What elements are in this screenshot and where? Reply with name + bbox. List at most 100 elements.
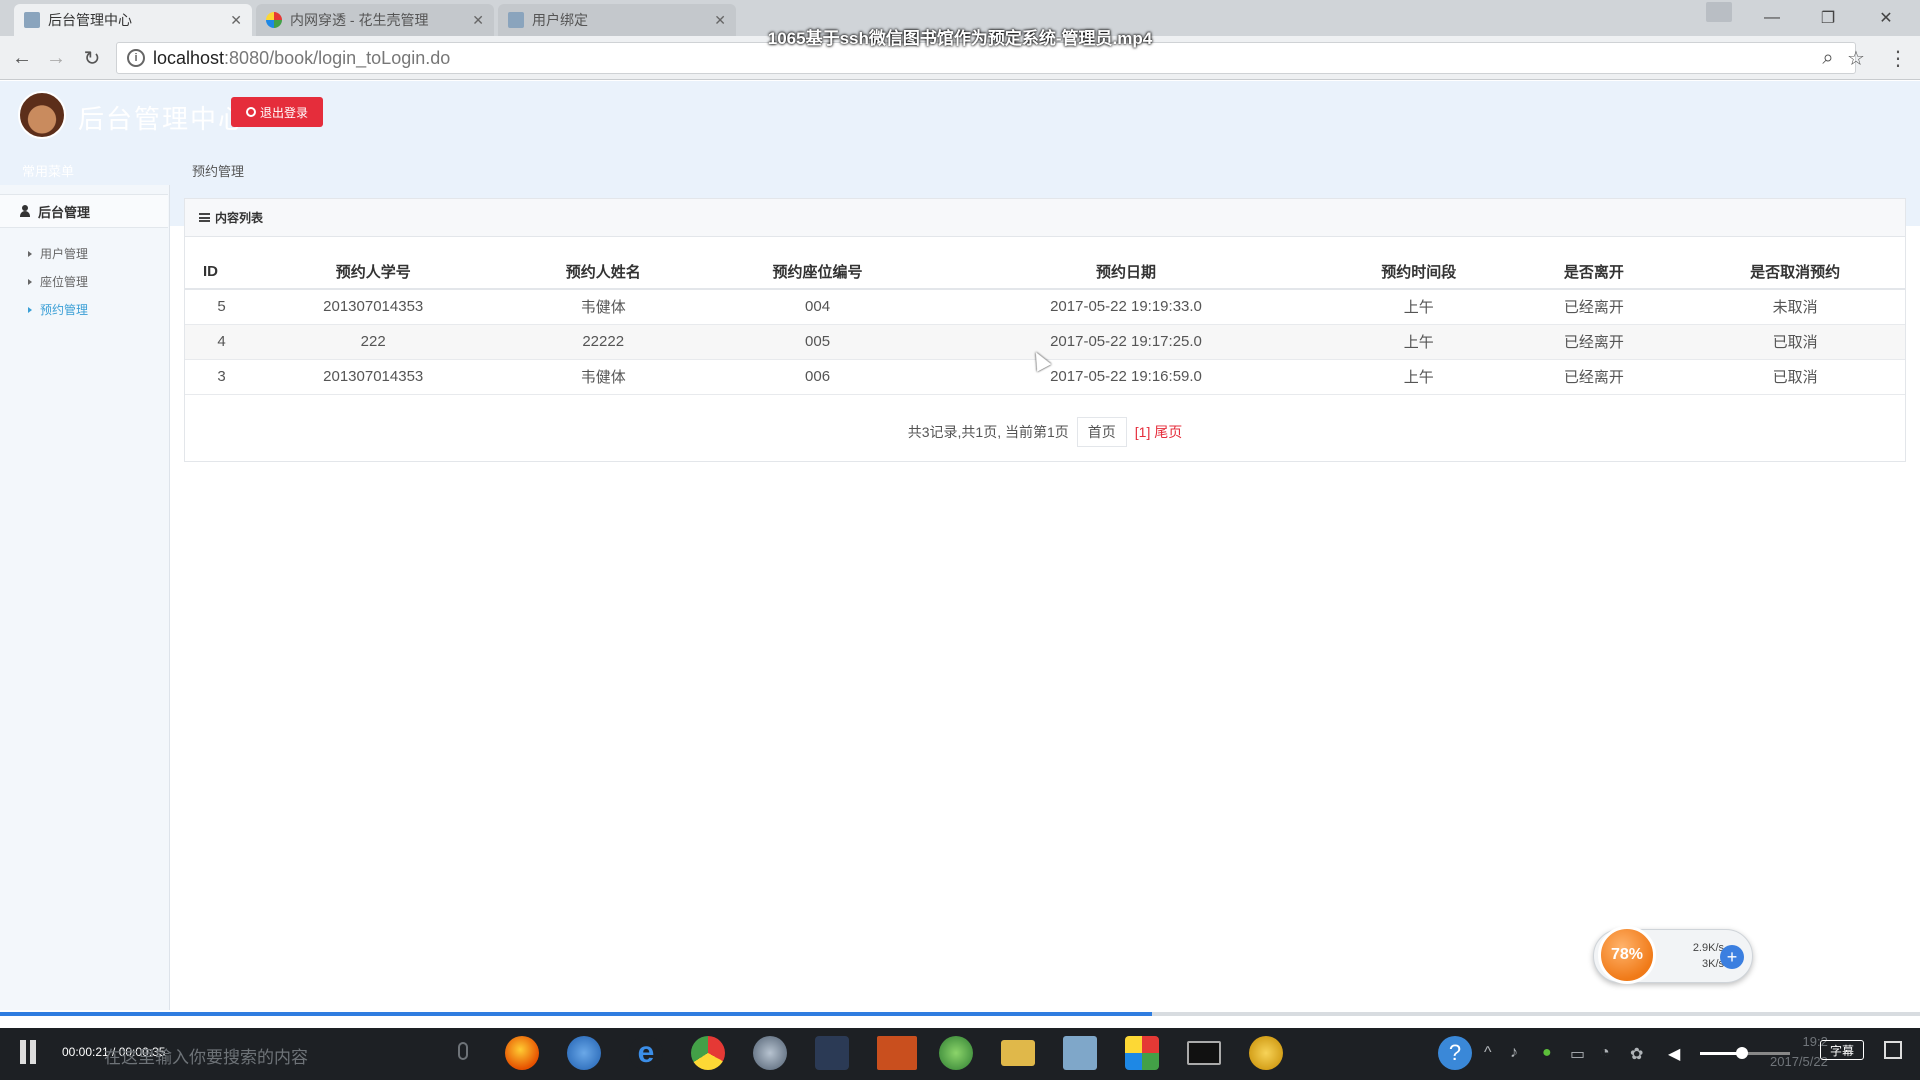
sidebar-item-label: 用户管理 xyxy=(40,247,89,261)
pagination: 共3记录,共1页, 当前第1页 首页 [1] 尾页 xyxy=(185,417,1905,447)
cell-period: 上午 xyxy=(1335,359,1503,395)
notebook-icon[interactable] xyxy=(1063,1036,1097,1070)
power-icon xyxy=(245,107,256,117)
subtitle-button[interactable]: 字幕 xyxy=(1820,1040,1864,1060)
cell-period: 上午 xyxy=(1335,289,1503,325)
volume-icon[interactable]: ◀ xyxy=(1668,1044,1680,1064)
sidebar-item-seats[interactable]: 座位管理 xyxy=(28,273,88,290)
video-title: 1065基于ssh微信图书馆作为预定系统-管理员.mp4 xyxy=(767,29,1153,48)
column-header: 预约人学号 xyxy=(258,255,489,290)
panel-title: 内容列表 xyxy=(215,211,264,225)
sidebar-head-label: 常用菜单 xyxy=(22,164,75,179)
taskbar: 00:00:21 / 00:00:35 在这里输入你要搜索的内容 e ? ^ ♪… xyxy=(0,1028,1920,1080)
column-header: 是否离开 xyxy=(1502,255,1686,290)
fullscreen-icon[interactable] xyxy=(1884,1041,1902,1059)
table-row: 5 201307014353 韦健体 004 2017-05-22 19:19:… xyxy=(185,289,1905,325)
sidebar-item-label: 预约管理 xyxy=(40,303,89,317)
sidebar-section-admin[interactable]: 后台管理 xyxy=(0,194,168,228)
edge-icon[interactable]: e xyxy=(629,1036,663,1070)
pause-icon[interactable] xyxy=(20,1040,42,1064)
volume-knob[interactable] xyxy=(1736,1047,1748,1059)
cell-seat: 006 xyxy=(718,359,917,395)
logout-label: 退出登录 xyxy=(259,105,308,120)
sidebar-item-label: 座位管理 xyxy=(40,275,89,289)
chrome-icon[interactable] xyxy=(691,1036,725,1070)
cell-name: 22222 xyxy=(488,324,719,360)
sidebar-item-reservations[interactable]: 预约管理 xyxy=(28,301,88,318)
info-icon[interactable]: i xyxy=(127,49,145,67)
pagination-summary: 共3记录,共1页, 当前第1页 xyxy=(907,424,1069,440)
logout-button[interactable]: 退出登录 xyxy=(231,97,323,127)
profile-icon[interactable] xyxy=(1706,2,1732,22)
cell-student-id: 201307014353 xyxy=(258,289,489,325)
spring-tool-icon[interactable] xyxy=(939,1036,973,1070)
wifi-tray-icon[interactable]: ◔ xyxy=(1600,1044,1610,1062)
reservation-table: ID 预约人学号 预约人姓名 预约座位编号 预约日期 预约时间段 是否离开 是否… xyxy=(185,255,1905,395)
last-page-link[interactable]: 尾页 xyxy=(1154,422,1182,442)
video-progress-fill xyxy=(0,1012,1152,1016)
cell-date: 2017-05-22 19:19:33.0 xyxy=(916,289,1336,325)
column-header: 预约座位编号 xyxy=(718,255,917,290)
network-speed-widget[interactable]: 78% 2.9K/s 3K/s + xyxy=(1593,926,1753,984)
gear-tray-icon[interactable]: ✿ xyxy=(1630,1044,1643,1064)
pen-tool-icon[interactable] xyxy=(815,1036,849,1070)
cell-id: 3 xyxy=(185,359,259,395)
column-header: ID xyxy=(185,255,259,290)
cell-student-id: 201307014353 xyxy=(258,359,489,395)
column-header: 预约人姓名 xyxy=(488,255,719,290)
taskbar-search-input[interactable]: 在这里输入你要搜索的内容 xyxy=(104,1043,308,1068)
sidebar-item-users[interactable]: 用户管理 xyxy=(28,245,88,262)
column-header: 预约日期 xyxy=(916,255,1336,290)
accelerate-icon[interactable]: + xyxy=(1720,945,1744,969)
cell-date: 2017-05-22 19:17:25.0 xyxy=(916,324,1336,360)
volume-level xyxy=(1700,1052,1740,1055)
speaker-tray-icon[interactable]: ♪ xyxy=(1510,1044,1518,1062)
cell-name: 韦健体 xyxy=(488,359,719,395)
sidebar: 后台管理 用户管理 座位管理 预约管理 xyxy=(0,185,170,1010)
settings-app-icon[interactable] xyxy=(753,1036,787,1070)
cube-app-icon[interactable] xyxy=(1125,1036,1159,1070)
caret-right-icon xyxy=(28,278,32,285)
first-page-button[interactable]: 首页 xyxy=(1076,417,1127,447)
file-explorer-icon[interactable] xyxy=(1001,1040,1035,1066)
cell-student-id: 222 xyxy=(258,324,489,360)
qq-icon[interactable] xyxy=(877,1036,917,1070)
cell-cancelled: 已取消 xyxy=(1685,359,1905,395)
help-icon[interactable]: ? xyxy=(1438,1036,1472,1070)
cell-period: 上午 xyxy=(1335,324,1503,360)
breadcrumb[interactable]: 预约管理 xyxy=(192,161,244,180)
url-path: :8080/book/login_toLogin.do xyxy=(224,47,451,68)
cell-id: 5 xyxy=(185,289,259,325)
peanut-shell-icon[interactable] xyxy=(1249,1036,1283,1070)
video-progress-bar[interactable] xyxy=(0,1012,1920,1016)
memory-percent[interactable]: 78% xyxy=(1598,926,1656,984)
content-panel: 内容列表 ID 预约人学号 预约人姓名 预约座位编号 预约日期 预约时间段 是否… xyxy=(184,198,1906,462)
microphone-icon[interactable] xyxy=(458,1042,468,1060)
list-icon xyxy=(199,213,210,222)
sidebar-section-label: 后台管理 xyxy=(38,204,91,220)
caret-right-icon xyxy=(28,250,32,257)
cell-left: 已经离开 xyxy=(1502,289,1686,325)
caret-right-icon xyxy=(28,306,32,313)
tray-chevron-icon[interactable]: ^ xyxy=(1484,1044,1492,1062)
panel-header: 内容列表 xyxy=(185,199,1905,237)
url-host: localhost xyxy=(153,47,225,68)
cell-seat: 005 xyxy=(718,324,917,360)
column-header: 预约时间段 xyxy=(1335,255,1503,290)
avatar xyxy=(18,91,66,139)
firefox-icon[interactable] xyxy=(505,1036,539,1070)
page-title: 后台管理中心 xyxy=(78,104,247,134)
page-1-link[interactable]: [1] xyxy=(1135,424,1151,440)
cell-cancelled: 已取消 xyxy=(1685,324,1905,360)
user-icon xyxy=(20,205,30,217)
security-tray-icon[interactable]: ● xyxy=(1542,1044,1552,1062)
table-header-row: ID 预约人学号 预约人姓名 预约座位编号 预约日期 预约时间段 是否离开 是否… xyxy=(185,255,1905,290)
cell-id: 4 xyxy=(185,324,259,360)
terminal-icon[interactable] xyxy=(1187,1041,1221,1065)
cell-name: 韦健体 xyxy=(488,289,719,325)
cell-left: 已经离开 xyxy=(1502,324,1686,360)
cell-left: 已经离开 xyxy=(1502,359,1686,395)
keyboard-tray-icon[interactable]: ▭ xyxy=(1570,1044,1585,1064)
sogou-browser-icon[interactable] xyxy=(567,1036,601,1070)
cell-cancelled: 未取消 xyxy=(1685,289,1905,325)
